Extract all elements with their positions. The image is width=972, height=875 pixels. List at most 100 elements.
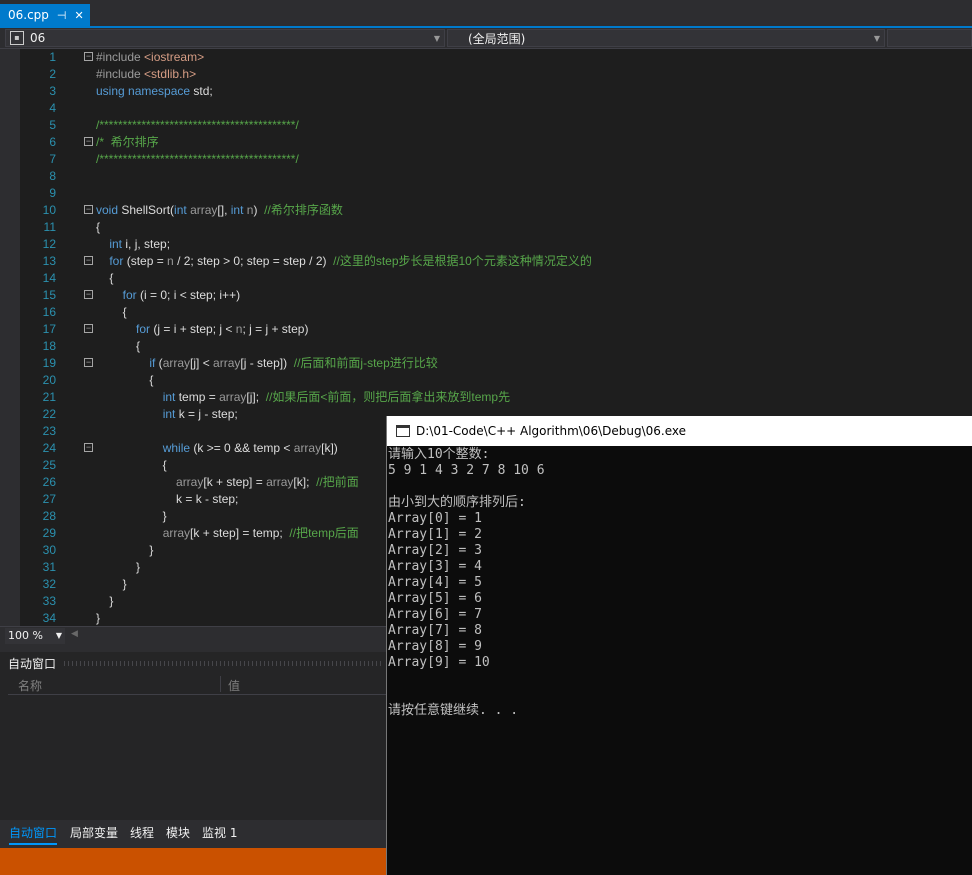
tab-06-cpp[interactable]: 06.cpp ⊣ ✕ [0, 4, 90, 26]
editor-gutter [0, 49, 20, 626]
code-text: if (array[j] < array[j - step]) //后面和前面j… [149, 356, 438, 370]
code-line[interactable]: 21 int temp = array[j]; //如果后面<前面，则把后面拿出… [20, 389, 972, 406]
code-line[interactable]: 12 int i, j, step; [20, 236, 972, 253]
fold-toggle-icon[interactable]: − [84, 137, 93, 146]
project-dropdown[interactable]: ▪ 06 ▼ [5, 29, 445, 47]
console-line: 由小到大的顺序排列后: [388, 495, 526, 510]
line-number: 15 [42, 288, 56, 302]
scope-dropdown[interactable]: (全局范围) ▼ [447, 29, 885, 47]
console-output: 请输入10个整数: 5 9 1 4 3 2 7 8 10 6 由小到大的顺序排列后:… [388, 447, 972, 719]
column-name[interactable]: 名称 [18, 677, 42, 694]
status-bar [0, 848, 386, 875]
debug-tabs: 自动窗口 局部变量 线程 模块 监视 1 [0, 820, 386, 845]
line-number: 21 [42, 390, 56, 404]
code-line[interactable]: 9 [20, 185, 972, 202]
line-number: 19 [42, 356, 56, 370]
chevron-down-icon: ▼ [873, 33, 880, 43]
scroll-left-icon[interactable]: ◀ [71, 629, 78, 639]
code-line[interactable]: 7 /**************************************… [20, 151, 972, 168]
fold-toggle-icon[interactable]: − [84, 443, 93, 452]
fold-toggle-icon[interactable]: − [84, 290, 93, 299]
line-number: 8 [49, 169, 56, 183]
line-number: 4 [49, 101, 56, 115]
line-number: 29 [42, 526, 56, 540]
code-text: { [96, 339, 141, 353]
code-line[interactable]: 14 { [20, 270, 972, 287]
tab-threads[interactable]: 线程 [130, 824, 154, 841]
tab-watch-1[interactable]: 监视 1 [202, 824, 237, 841]
code-text: } [96, 577, 127, 591]
line-number: 2 [49, 67, 56, 81]
chevron-down-icon: ▼ [55, 631, 62, 640]
line-number: 17 [42, 322, 56, 336]
code-line[interactable]: 6 −/* 希尔排序 [20, 134, 972, 151]
window-grip[interactable] [64, 661, 384, 666]
autos-header: 名称 值 [8, 674, 386, 695]
line-number: 12 [42, 237, 56, 251]
line-number: 1 [49, 50, 56, 64]
code-line[interactable]: 17 − for (j = i + step; j < n; j = j + st… [20, 321, 972, 338]
project-icon: ▪ [10, 31, 24, 45]
code-text: } [96, 560, 141, 574]
console-title-bar[interactable]: D:\01-Code\C++ Algorithm\06\Debug\06.exe [387, 416, 972, 446]
navigation-bar: ▪ 06 ▼ (全局范围) ▼ [0, 28, 972, 49]
code-text: for (i = 0; i < step; i++) [122, 288, 241, 302]
console-line: Array[5] = 6 [388, 591, 482, 606]
line-number: 33 [42, 594, 56, 608]
tab-filename: 06.cpp [8, 8, 49, 22]
code-text: int i, j, step; [109, 237, 171, 251]
code-line[interactable]: 8 [20, 168, 972, 185]
console-line: Array[8] = 9 [388, 639, 482, 654]
tab-modules[interactable]: 模块 [166, 824, 190, 841]
line-number: 30 [42, 543, 56, 557]
code-text: while (k >= 0 && temp < array[k]) [162, 441, 338, 455]
member-dropdown[interactable] [887, 29, 972, 47]
code-line[interactable]: 5 /**************************************… [20, 117, 972, 134]
zoom-dropdown[interactable]: 100 % ▼ [5, 628, 65, 644]
code-text: { [96, 271, 114, 285]
tab-autos[interactable]: 自动窗口 [9, 824, 58, 845]
code-line[interactable]: 20 { [20, 372, 972, 389]
console-line: Array[3] = 4 [388, 559, 482, 574]
autos-window: 自动窗口 名称 值 [0, 652, 386, 820]
code-text: { [96, 458, 167, 472]
console-title: D:\01-Code\C++ Algorithm\06\Debug\06.exe [416, 424, 686, 438]
line-number: 7 [49, 152, 56, 166]
column-divider[interactable] [220, 676, 221, 692]
code-line[interactable]: 11 { [20, 219, 972, 236]
pin-icon[interactable]: ⊣ [57, 9, 67, 22]
tab-locals[interactable]: 局部变量 [70, 824, 118, 841]
code-line[interactable]: 16 { [20, 304, 972, 321]
line-number: 13 [42, 254, 56, 268]
console-window[interactable]: D:\01-Code\C++ Algorithm\06\Debug\06.exe… [386, 416, 972, 875]
fold-toggle-icon[interactable]: − [84, 324, 93, 333]
code-line[interactable]: 18 { [20, 338, 972, 355]
code-text: } [96, 509, 167, 523]
code-line[interactable]: 2 #include <stdlib.h> [20, 66, 972, 83]
zoom-bar: 100 % ▼ ◀ [0, 626, 386, 645]
code-line[interactable]: 3 using namespace std; [20, 83, 972, 100]
line-number: 14 [42, 271, 56, 285]
console-line: Array[1] = 2 [388, 527, 482, 542]
line-number: 3 [49, 84, 56, 98]
code-line[interactable]: 13 − for (step = n / 2; step > 0; step = … [20, 253, 972, 270]
line-number: 10 [42, 203, 56, 217]
line-number: 23 [42, 424, 56, 438]
code-line[interactable]: 19 − if (array[j] < array[j - step]) //后面… [20, 355, 972, 372]
code-line[interactable]: 15 − for (i = 0; i < step; i++) [20, 287, 972, 304]
line-number: 28 [42, 509, 56, 523]
code-line[interactable]: 4 [20, 100, 972, 117]
code-line[interactable]: 10 − void ShellSort(int array[], int n) //… [20, 202, 972, 219]
console-line: Array[7] = 8 [388, 623, 482, 638]
fold-toggle-icon[interactable]: − [84, 52, 93, 61]
fold-toggle-icon[interactable]: − [84, 205, 93, 214]
line-number: 27 [42, 492, 56, 506]
close-icon[interactable]: ✕ [75, 9, 84, 22]
fold-toggle-icon[interactable]: − [84, 358, 93, 367]
line-number: 24 [42, 441, 56, 455]
fold-toggle-icon[interactable]: − [84, 256, 93, 265]
code-line[interactable]: 1 − #include <iostream> [20, 49, 972, 66]
line-number: 34 [42, 611, 56, 625]
column-value[interactable]: 值 [228, 677, 240, 694]
